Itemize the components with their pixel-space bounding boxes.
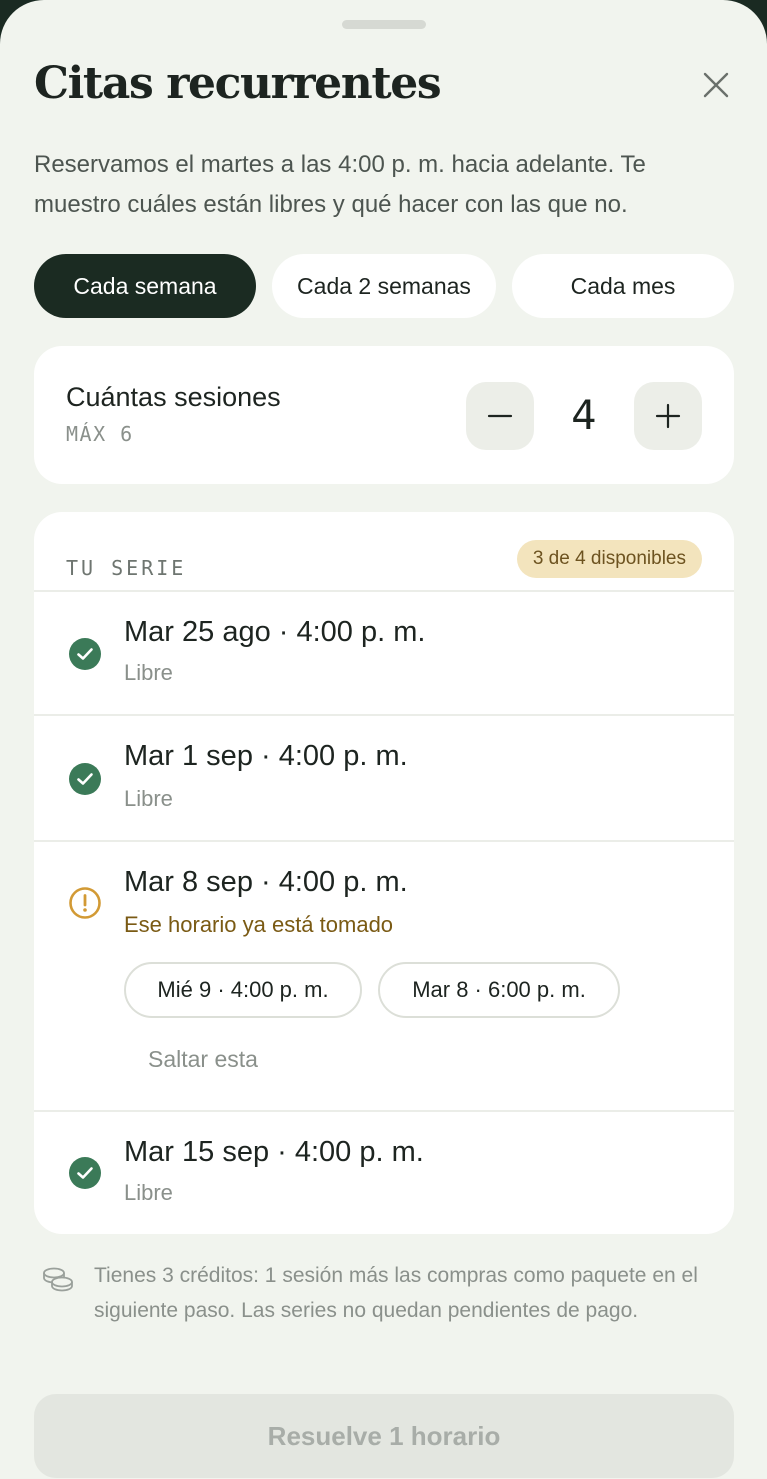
alternative-slot-1-button[interactable]: Mié 9 · 4:00 p. m. [124,962,362,1018]
frequency-biweekly-button[interactable]: Cada 2 semanas [272,254,496,318]
session-conflict-message: Ese horario ya está tomado [124,912,394,937]
close-button[interactable] [694,63,738,107]
warning-circle-icon [69,887,101,919]
page-subtitle: Reservamos el martes a las 4:00 p. m. ha… [34,151,646,218]
sessions-card: Cuántas sesiones MÁX 6 4 [34,346,734,484]
page-title: Citas recurrentes [34,58,442,109]
drag-handle[interactable] [342,20,426,29]
alternative-slot-2-button[interactable]: Mar 8 · 6:00 p. m. [378,962,620,1018]
skip-session-button[interactable]: Saltar esta [148,1046,258,1073]
frequency-monthly-button[interactable]: Cada mes [512,254,734,318]
divider [34,1110,734,1112]
resolve-slots-button[interactable]: Resuelve 1 horario [34,1394,734,1478]
sessions-max-label: MÁX 6 [66,422,134,446]
check-circle-icon [69,1157,101,1189]
coins-icon [43,1267,73,1292]
sessions-label: Cuántas sesiones [66,382,281,412]
check-circle-icon [69,638,101,670]
session-date-2: Mar 1 sep · 4:00 p. m. [124,740,408,772]
divider [34,590,734,592]
recurring-appointments-sheet: Citas recurrentes Reservamos el martes a… [0,0,767,1479]
frequency-weekly-button[interactable]: Cada semana [34,254,256,318]
session-date-1: Mar 25 ago · 4:00 p. m. [124,616,426,648]
session-date-3: Mar 8 sep · 4:00 p. m. [124,866,408,898]
series-heading: TU SERIE [66,556,187,580]
session-status-2: Libre [124,786,173,811]
check-circle-icon [69,763,101,795]
session-status-4: Libre [124,1180,173,1205]
decrement-sessions-button[interactable] [466,382,534,450]
divider [34,840,734,842]
close-icon [703,72,729,98]
minus-icon [487,414,513,418]
series-card: TU SERIE 3 de 4 disponibles Mar 25 ago ·… [34,512,734,1234]
availability-badge: 3 de 4 disponibles [516,540,702,578]
session-status-1: Libre [124,660,173,685]
credits-note: Tienes 3 créditos: 1 sesión más las comp… [94,1264,698,1322]
sessions-count: 4 [571,393,597,439]
increment-sessions-button[interactable] [634,382,702,450]
divider [34,714,734,716]
plus-icon [655,403,681,429]
session-date-4: Mar 15 sep · 4:00 p. m. [124,1136,424,1168]
